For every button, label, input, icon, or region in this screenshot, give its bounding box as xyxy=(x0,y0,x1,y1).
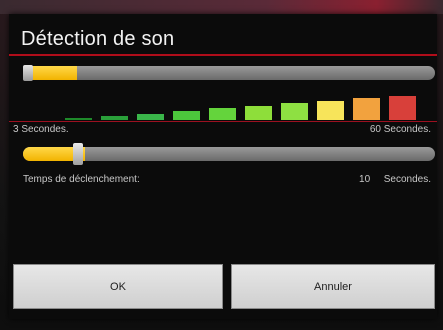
meter-bar xyxy=(137,114,164,120)
background-app-strip xyxy=(0,0,443,14)
screen: Détection de son 3 Secondes. 60 Secondes… xyxy=(0,0,443,330)
meter-bar xyxy=(65,118,92,120)
meter-bar xyxy=(245,106,272,120)
trigger-time-unit: Secondes. xyxy=(383,174,431,185)
range-divider xyxy=(9,121,437,122)
meter-bar xyxy=(353,98,380,120)
meter-bar xyxy=(281,103,308,120)
sound-detection-dialog: Détection de son 3 Secondes. 60 Secondes… xyxy=(9,14,437,319)
meter-bar xyxy=(101,116,128,120)
trigger-time-value: 10 xyxy=(359,174,371,185)
cancel-button[interactable]: Annuler xyxy=(231,264,435,309)
trigger-time-thumb[interactable] xyxy=(73,143,83,165)
range-max-label: 60 Secondes. xyxy=(369,124,431,135)
dialog-title: Détection de son xyxy=(21,28,175,50)
sound-level-thumb[interactable] xyxy=(23,65,33,81)
meter-bar xyxy=(389,96,416,120)
trigger-time-label: Temps de déclenchement: xyxy=(23,174,140,185)
trigger-time-slider[interactable] xyxy=(23,147,435,161)
ok-button[interactable]: OK xyxy=(13,264,223,309)
title-divider xyxy=(9,54,437,56)
sound-level-meter xyxy=(65,88,425,120)
sound-level-slider[interactable] xyxy=(23,66,435,80)
meter-bar xyxy=(209,108,236,120)
trigger-time-readout: 10 Secondes. xyxy=(359,174,431,185)
meter-bar xyxy=(173,111,200,120)
meter-bar xyxy=(317,101,344,120)
range-min-label: 3 Secondes. xyxy=(13,124,69,135)
